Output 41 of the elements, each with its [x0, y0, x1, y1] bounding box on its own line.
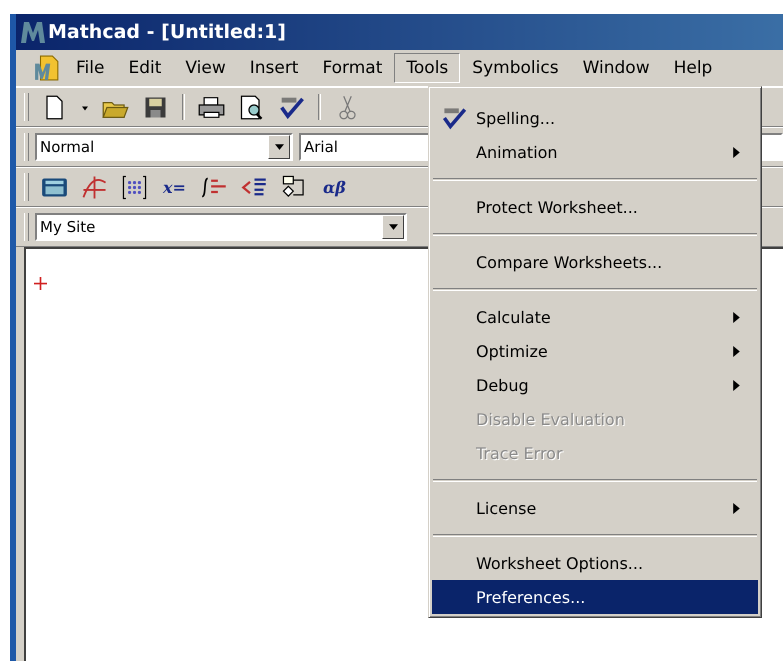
menu-item[interactable]: Debug	[432, 368, 758, 402]
style-dropdown[interactable]: Normal	[35, 133, 293, 161]
submenu-arrow-icon	[733, 312, 740, 322]
menu-item[interactable]: Protect Worksheet...	[432, 190, 758, 224]
menu-item[interactable]: Calculate	[432, 300, 758, 334]
caret-icon	[274, 144, 284, 150]
menu-item[interactable]: Animation	[432, 135, 758, 169]
graph-icon[interactable]	[81, 174, 108, 200]
menu-item[interactable]: License	[432, 491, 758, 525]
menu-item[interactable]: Edit	[116, 53, 174, 83]
resource-dropdown[interactable]: My Site	[35, 213, 407, 241]
spell-check-icon	[440, 106, 468, 130]
menu-item[interactable]: Symbolics	[460, 53, 571, 83]
crosshair-cursor-icon	[34, 277, 47, 290]
menu-item[interactable]: Preferences...	[432, 580, 758, 614]
printer-icon[interactable]	[198, 94, 225, 120]
menu-item[interactable]: Window	[570, 53, 662, 83]
app-logo-icon	[20, 19, 46, 45]
menu-item[interactable]: Format	[310, 53, 394, 83]
caret-icon	[388, 224, 398, 230]
menu-item[interactable]: Insert	[238, 53, 310, 83]
submenu-arrow-icon	[733, 502, 740, 514]
spell-check-icon[interactable]	[278, 94, 305, 120]
matrix-icon[interactable]	[121, 174, 148, 200]
print-preview-icon[interactable]	[238, 94, 265, 120]
toolbar-button[interactable]: αβ	[320, 178, 348, 196]
menu-item[interactable]: Tools	[394, 53, 460, 83]
menu-item[interactable]: Spelling...	[432, 101, 758, 135]
submenu-arrow-icon	[733, 346, 740, 356]
menu-item[interactable]: Worksheet Options...	[432, 546, 758, 580]
menu-item[interactable]: Help	[662, 53, 724, 83]
menu-item[interactable]: Optimize	[432, 334, 758, 368]
menu-item[interactable]: File	[64, 53, 116, 83]
document-icon[interactable]	[34, 55, 60, 81]
menu-item[interactable]: Compare Worksheets...	[432, 245, 758, 279]
submenu-arrow-icon	[733, 380, 740, 390]
calculus-icon[interactable]	[200, 174, 228, 200]
menu-item[interactable]: View	[173, 53, 238, 83]
submenu-arrow-icon	[733, 146, 740, 158]
toolbar-button[interactable]: x=	[161, 178, 188, 196]
window-title: Mathcad - [Untitled:1]	[48, 21, 286, 43]
